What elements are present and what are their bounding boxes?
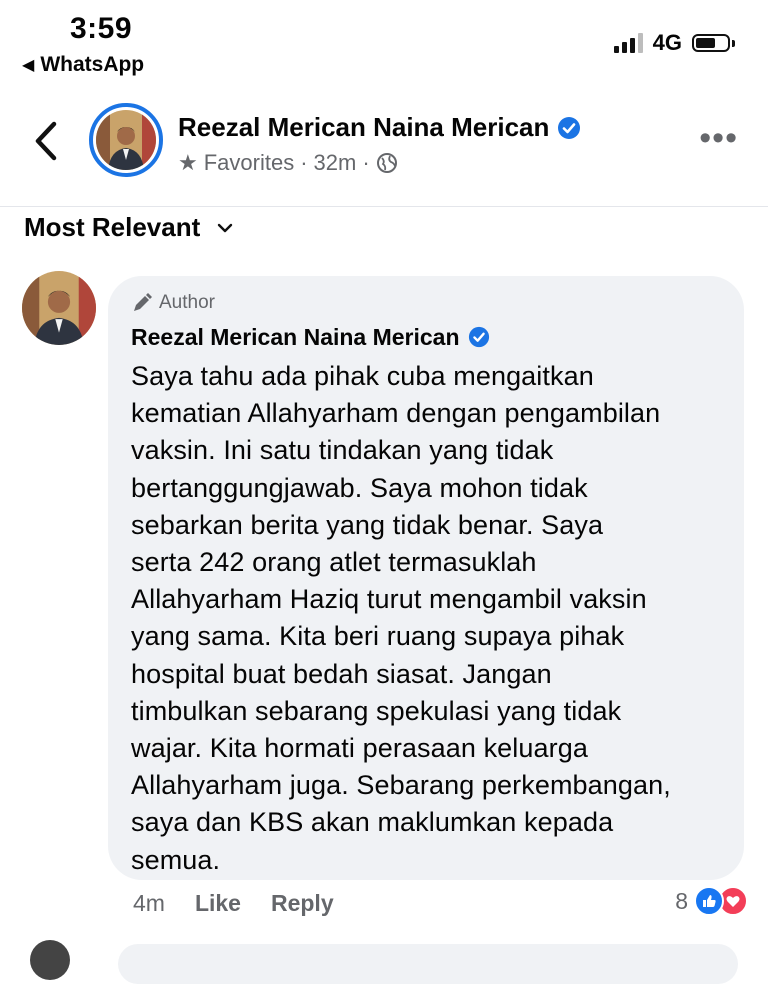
like-reaction-icon — [694, 886, 724, 916]
post-meta: ★ Favorites · 32m · — [178, 150, 398, 176]
back-triangle-icon: ◀ — [22, 57, 35, 74]
sort-label: Most Relevant — [24, 212, 201, 242]
meta-separator: · — [300, 150, 308, 175]
post-time[interactable]: 32m — [314, 150, 357, 176]
back-app-label: WhatsApp — [40, 53, 145, 76]
back-to-app-link[interactable]: ◀ WhatsApp — [22, 53, 144, 77]
pen-icon — [134, 293, 152, 311]
page-name-label: Reezal Merican Naina Merican — [178, 112, 550, 142]
page-avatar[interactable] — [89, 103, 163, 177]
commenter-avatar[interactable] — [22, 271, 96, 345]
star-icon: ★ — [178, 150, 198, 175]
like-button[interactable]: Like — [195, 890, 241, 917]
signal-icon — [613, 33, 643, 53]
author-badge: Author — [131, 290, 722, 316]
status-indicators: 4G — [613, 30, 735, 56]
network-type: 4G — [652, 30, 682, 55]
page-name[interactable]: Reezal Merican Naina Merican — [178, 112, 581, 143]
reaction-count: 8 — [675, 887, 688, 914]
next-commenter-avatar[interactable] — [30, 940, 70, 980]
comment-actions: 4m Like Reply — [133, 890, 334, 917]
globe-icon — [376, 153, 397, 173]
status-time: 3:59 — [70, 12, 133, 45]
more-options-icon[interactable]: ••• — [699, 121, 738, 155]
next-comment-bubble — [118, 944, 738, 984]
meta-separator-2: · — [362, 150, 370, 175]
verified-badge-icon — [558, 116, 581, 139]
comment-bubble: Author Reezal Merican Naina Merican Saya… — [108, 276, 744, 880]
reactions-summary[interactable]: 8 — [675, 886, 748, 916]
reply-button[interactable]: Reply — [271, 890, 334, 917]
header-divider — [0, 206, 768, 207]
comment-time[interactable]: 4m — [133, 890, 165, 917]
comment-author[interactable]: Reezal Merican Naina Merican — [131, 322, 722, 352]
comment-sort-dropdown[interactable]: Most Relevant — [24, 212, 234, 243]
comment-author-label: Reezal Merican Naina Merican — [131, 323, 460, 350]
back-arrow-icon[interactable] — [28, 118, 64, 164]
comment-text: Saya tahu ada pihak cuba mengaitkan kema… — [131, 361, 671, 875]
author-badge-label: Author — [159, 292, 215, 313]
favorites-label: Favorites — [203, 150, 295, 175]
battery-icon — [692, 34, 735, 52]
chevron-down-icon — [218, 223, 233, 232]
verified-badge-icon — [468, 326, 489, 348]
